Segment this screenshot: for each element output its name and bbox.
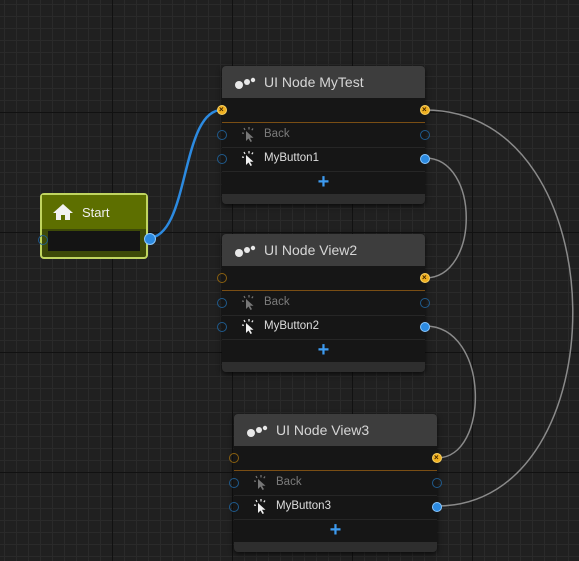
back-output-port[interactable]: [432, 478, 442, 488]
exec-row: ×: [229, 446, 442, 470]
button-input-port[interactable]: [217, 154, 227, 164]
exec-output-port[interactable]: ×: [432, 453, 442, 463]
add-button-row: +: [222, 338, 425, 362]
button-input-port[interactable]: [229, 502, 239, 512]
back-input-port[interactable]: [229, 478, 239, 488]
exec-output-port[interactable]: ×: [420, 273, 430, 283]
start-node[interactable]: Start: [38, 193, 156, 259]
pointer-click-icon: [241, 319, 254, 334]
add-button-row: +: [222, 170, 425, 194]
edge-mybutton1-to-view2[interactable]: [424, 157, 467, 279]
pointer-click-icon: [253, 499, 266, 514]
exec-input-port[interactable]: ×: [217, 105, 227, 115]
start-node-title: Start: [82, 204, 110, 220]
start-input-port[interactable]: [38, 235, 48, 245]
back-input-port[interactable]: [217, 298, 227, 308]
start-output-port[interactable]: [144, 233, 156, 245]
button-label: MyButton1: [264, 152, 319, 164]
button-label: MyButton3: [276, 500, 331, 512]
back-input-port[interactable]: [217, 130, 227, 140]
node-header[interactable]: UI Node View2: [222, 234, 425, 266]
button-row[interactable]: MyButton1: [217, 147, 430, 172]
edge-mybutton3-to-mytest[interactable]: [424, 109, 574, 507]
node-title: UI Node MyTest: [264, 74, 364, 90]
add-button[interactable]: +: [330, 520, 342, 540]
node-footer: [234, 542, 437, 552]
back-output-port[interactable]: [420, 130, 430, 140]
node-graph-icon: [235, 77, 256, 89]
node-title: UI Node View3: [276, 422, 370, 438]
pointer-click-icon: [241, 151, 254, 166]
node-title: UI Node View2: [264, 242, 358, 258]
add-button[interactable]: +: [318, 172, 330, 192]
button-row[interactable]: MyButton3: [229, 495, 442, 520]
node-graph-icon: [235, 245, 256, 257]
node-footer: [222, 362, 425, 372]
button-label: MyButton2: [264, 320, 319, 332]
start-node-body: [48, 231, 140, 251]
button-row[interactable]: MyButton2: [217, 315, 430, 340]
back-output-port[interactable]: [420, 298, 430, 308]
exec-row: ×: [217, 266, 430, 290]
back-label: Back: [276, 476, 302, 488]
back-label: Back: [264, 296, 290, 308]
back-row[interactable]: Back: [217, 123, 430, 148]
node-graph-icon: [247, 425, 268, 437]
pointer-click-icon: [241, 127, 254, 142]
node-footer: [222, 194, 425, 204]
back-row[interactable]: Back: [229, 471, 442, 496]
add-button-row: +: [234, 518, 437, 542]
back-row[interactable]: Back: [217, 291, 430, 316]
button-output-port[interactable]: [420, 154, 430, 164]
exec-row: × ×: [217, 98, 430, 122]
pointer-click-icon: [253, 475, 266, 490]
exec-input-port[interactable]: [217, 273, 227, 283]
node-header[interactable]: UI Node MyTest: [222, 66, 425, 98]
edge-start-to-mytest[interactable]: [147, 108, 223, 240]
node-header[interactable]: UI Node View3: [234, 414, 437, 446]
start-node-header[interactable]: Start: [42, 195, 146, 229]
ui-node-mytest[interactable]: UI Node MyTest × × Back MyButton1 +: [217, 66, 430, 204]
pointer-click-icon: [241, 295, 254, 310]
add-button[interactable]: +: [318, 340, 330, 360]
button-input-port[interactable]: [217, 322, 227, 332]
exec-input-port[interactable]: [229, 453, 239, 463]
button-output-port[interactable]: [432, 502, 442, 512]
button-output-port[interactable]: [420, 322, 430, 332]
back-label: Back: [264, 128, 290, 140]
ui-node-view2[interactable]: UI Node View2 × Back MyButton2 +: [217, 234, 430, 372]
ui-node-view3[interactable]: UI Node View3 × Back MyButton3 +: [229, 414, 442, 552]
exec-output-port[interactable]: ×: [420, 105, 430, 115]
home-icon: [53, 204, 73, 220]
